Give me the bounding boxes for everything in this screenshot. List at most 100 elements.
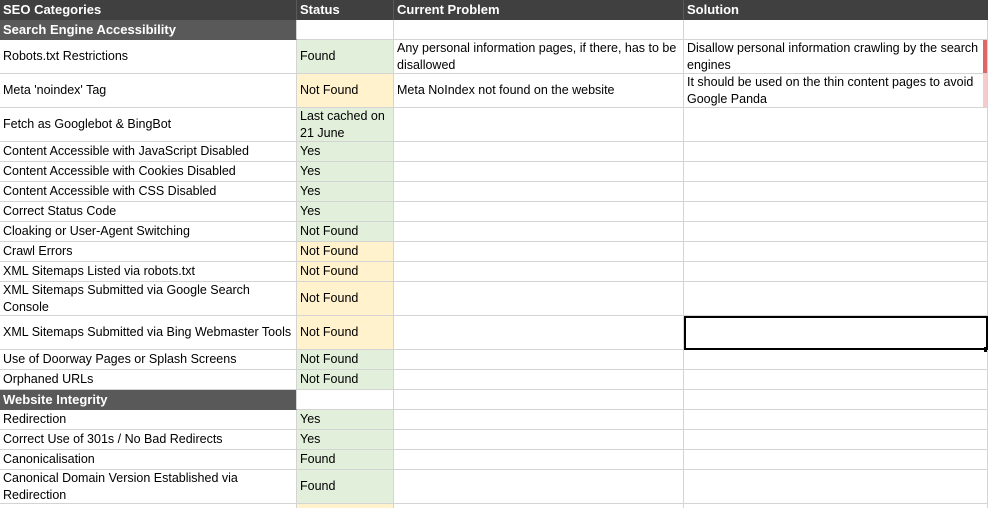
solution-cell[interactable]	[684, 504, 988, 508]
solution-cell[interactable]	[684, 108, 988, 142]
status-cell[interactable]	[297, 20, 394, 40]
solution-cell[interactable]	[684, 430, 988, 450]
status-cell[interactable]: Found	[297, 450, 394, 470]
status-cell[interactable]: Yes	[297, 162, 394, 182]
solution-cell[interactable]	[684, 370, 988, 390]
status-cell[interactable]	[297, 504, 394, 508]
status-cell[interactable]: Not Found	[297, 74, 394, 108]
problem-cell[interactable]	[394, 262, 684, 282]
section-row: Website Integrity	[0, 390, 988, 410]
table-row: XML Sitemaps Submitted via Bing Webmaste…	[0, 316, 988, 352]
table-row: Canonicalisation Found	[0, 450, 988, 470]
problem-cell[interactable]	[394, 242, 684, 262]
table-row	[0, 504, 988, 508]
status-cell[interactable]: Yes	[297, 182, 394, 202]
category-cell[interactable]: XML Sitemaps Submitted via Google Search…	[0, 282, 297, 316]
status-cell[interactable]: Not Found	[297, 316, 394, 350]
category-cell[interactable]: Content Accessible with Cookies Disabled	[0, 162, 297, 182]
solution-cell[interactable]	[684, 20, 988, 40]
status-cell[interactable]: Found	[297, 40, 394, 74]
problem-cell[interactable]	[394, 470, 684, 504]
solution-cell[interactable]: It should be used on the thin content pa…	[684, 74, 988, 108]
category-cell[interactable]: Crawl Errors	[0, 242, 297, 262]
status-cell[interactable]: Last cached on 21 June	[297, 108, 394, 142]
solution-cell[interactable]	[684, 162, 988, 182]
category-cell[interactable]: Content Accessible with CSS Disabled	[0, 182, 297, 202]
status-cell[interactable]: Yes	[297, 142, 394, 162]
solution-cell[interactable]	[684, 410, 988, 430]
solution-cell[interactable]	[684, 390, 988, 410]
table-row: Content Accessible with Cookies Disabled…	[0, 162, 988, 182]
table-row: Meta 'noindex' Tag Not Found Meta NoInde…	[0, 74, 988, 108]
status-cell[interactable]: Yes	[297, 410, 394, 430]
problem-cell[interactable]	[394, 142, 684, 162]
status-cell[interactable]: Not Found	[297, 370, 394, 390]
status-cell[interactable]: Not Found	[297, 350, 394, 370]
problem-cell[interactable]	[394, 162, 684, 182]
status-cell[interactable]: Not Found	[297, 222, 394, 242]
section-title[interactable]: Website Integrity	[0, 390, 297, 410]
problem-cell[interactable]	[394, 504, 684, 508]
category-cell[interactable]: Meta 'noindex' Tag	[0, 74, 297, 108]
solution-cell[interactable]	[684, 450, 988, 470]
category-cell[interactable]: XML Sitemaps Listed via robots.txt	[0, 262, 297, 282]
problem-cell[interactable]	[394, 410, 684, 430]
problem-cell[interactable]	[394, 450, 684, 470]
problem-cell[interactable]	[394, 430, 684, 450]
solution-cell[interactable]	[684, 470, 988, 504]
solution-cell[interactable]	[684, 142, 988, 162]
category-cell[interactable]: Fetch as Googlebot & BingBot	[0, 108, 297, 142]
category-cell[interactable]: Robots.txt Restrictions	[0, 40, 297, 74]
category-cell[interactable]	[0, 504, 297, 508]
problem-cell[interactable]	[394, 282, 684, 316]
problem-cell[interactable]	[394, 316, 684, 350]
problem-cell[interactable]	[394, 370, 684, 390]
status-cell[interactable]: Yes	[297, 430, 394, 450]
status-cell[interactable]	[297, 390, 394, 410]
category-cell[interactable]: Content Accessible with JavaScript Disab…	[0, 142, 297, 162]
problem-cell[interactable]	[394, 350, 684, 370]
solution-cell[interactable]	[684, 222, 988, 242]
header-current-problem[interactable]: Current Problem	[394, 0, 684, 20]
header-status[interactable]: Status	[297, 0, 394, 20]
category-cell[interactable]: XML Sitemaps Submitted via Bing Webmaste…	[0, 316, 297, 350]
problem-cell[interactable]	[394, 222, 684, 242]
status-cell[interactable]: Not Found	[297, 242, 394, 262]
problem-cell[interactable]	[394, 202, 684, 222]
selected-solution-cell[interactable]	[684, 316, 988, 350]
solution-cell[interactable]: Disallow personal information crawling b…	[684, 40, 988, 74]
problem-cell[interactable]: Any personal information pages, if there…	[394, 40, 684, 74]
problem-cell[interactable]	[394, 108, 684, 142]
solution-cell[interactable]	[684, 182, 988, 202]
category-cell[interactable]: Cloaking or User-Agent Switching	[0, 222, 297, 242]
solution-cell[interactable]	[684, 350, 988, 370]
category-cell[interactable]: Correct Use of 301s / No Bad Redirects	[0, 430, 297, 450]
section-row: Search Engine Accessibility	[0, 20, 988, 40]
comment-flag	[983, 74, 987, 107]
problem-cell[interactable]: Meta NoIndex not found on the website	[394, 74, 684, 108]
table-row: Content Accessible with CSS Disabled Yes	[0, 182, 988, 202]
solution-cell[interactable]	[684, 282, 988, 316]
table-row: Content Accessible with JavaScript Disab…	[0, 142, 988, 162]
solution-cell[interactable]	[684, 202, 988, 222]
problem-cell[interactable]	[394, 20, 684, 40]
table-row: Crawl Errors Not Found	[0, 242, 988, 262]
category-cell[interactable]: Orphaned URLs	[0, 370, 297, 390]
status-cell[interactable]: Not Found	[297, 282, 394, 316]
table-row: Redirection Yes	[0, 410, 988, 430]
category-cell[interactable]: Redirection	[0, 410, 297, 430]
status-cell[interactable]: Yes	[297, 202, 394, 222]
section-title[interactable]: Search Engine Accessibility	[0, 20, 297, 40]
category-cell[interactable]: Canonicalisation	[0, 450, 297, 470]
solution-cell[interactable]	[684, 242, 988, 262]
category-cell[interactable]: Canonical Domain Version Established via…	[0, 470, 297, 504]
header-solution[interactable]: Solution	[684, 0, 988, 20]
problem-cell[interactable]	[394, 182, 684, 202]
category-cell[interactable]: Correct Status Code	[0, 202, 297, 222]
status-cell[interactable]: Not Found	[297, 262, 394, 282]
category-cell[interactable]: Use of Doorway Pages or Splash Screens	[0, 350, 297, 370]
status-cell[interactable]: Found	[297, 470, 394, 504]
problem-cell[interactable]	[394, 390, 684, 410]
header-seo-categories[interactable]: SEO Categories	[0, 0, 297, 20]
solution-cell[interactable]	[684, 262, 988, 282]
